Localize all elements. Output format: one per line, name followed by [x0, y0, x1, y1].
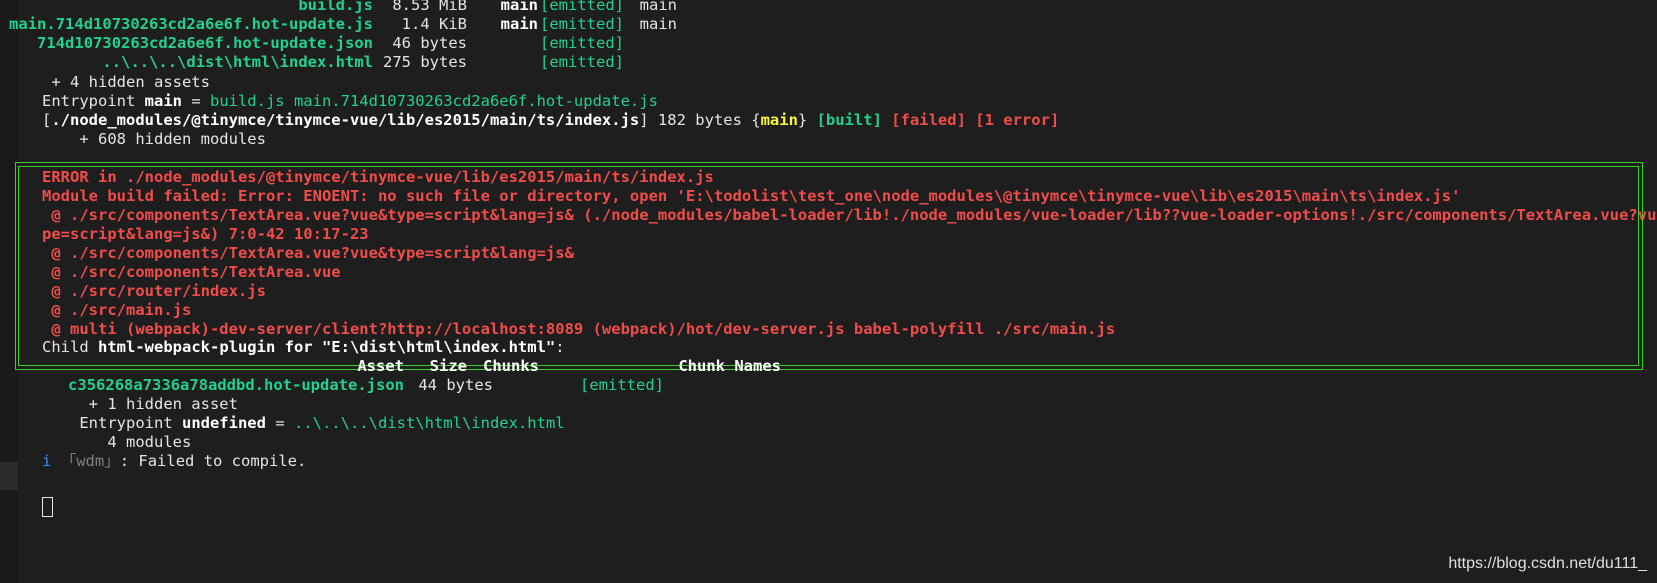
header-size: Size	[429, 357, 467, 375]
asset-chunks: main	[500, 15, 538, 33]
error-line: pe=script&lang=js&) 7:0-42 10:17-23	[42, 225, 369, 243]
error-line: ERROR in ./node_modules/@tinymce/tinymce…	[42, 168, 714, 186]
module-error-badge: [1 error]	[975, 111, 1060, 129]
error-line: @ ./src/components/TextArea.vue	[42, 263, 341, 281]
asset-row: build.js 8.53 MiB main [emitted] main	[0, 0, 677, 15]
module-size: 182 bytes {	[648, 111, 761, 129]
module-built-badge: [built]	[816, 111, 882, 129]
entrypoint-files: build.js main.714d10730263cd2a6e6f.hot-u…	[209, 92, 658, 110]
asset-name: ..\..\..\dist\html\index.html	[102, 53, 373, 71]
child-asset-size: 44 bytes	[418, 376, 493, 394]
hidden-modules: + 608 hidden modules	[42, 130, 266, 148]
module-failed-badge: [failed]	[891, 111, 966, 129]
asset-row: 714d10730263cd2a6e6f.hot-update.json 46 b…	[0, 33, 624, 53]
child-asset-row: c356268a7336a78addbd.hot-update.json 44 b…	[0, 375, 664, 395]
module-open: [	[42, 111, 52, 129]
child-entrypoint-line: Entrypoint undefined = ..\..\..\dist\htm…	[42, 413, 565, 433]
entrypoint-line: Entrypoint main = build.js main.714d1073…	[42, 91, 658, 111]
entrypoint-name: main	[144, 92, 182, 110]
asset-row: main.714d10730263cd2a6e6f.hot-update.js 1…	[0, 14, 677, 34]
gutter-marker	[0, 462, 18, 490]
child-suffix: :	[555, 338, 565, 356]
error-line: Module build failed: Error: ENOENT: no s…	[42, 187, 1461, 205]
child-entry-prefix: Entrypoint	[42, 414, 182, 432]
header-chunks: Chunks	[483, 357, 539, 375]
asset-size: 46 bytes	[392, 34, 467, 52]
asset-name: main.714d10730263cd2a6e6f.hot-update.js	[9, 15, 373, 33]
asset-chunk-names: main	[639, 0, 677, 14]
asset-chunk-names: main	[639, 15, 677, 33]
child-table-header: Asset Size Chunks Chunk Names	[0, 356, 781, 376]
wdm-tag: wdm	[76, 452, 105, 470]
watermark: https://blog.csdn.net/du111_	[1448, 555, 1647, 572]
asset-name: 714d10730263cd2a6e6f.hot-update.json	[37, 34, 373, 52]
asset-status: [emitted]	[540, 34, 624, 52]
asset-name: build.js	[298, 0, 373, 14]
asset-size: 1.4 KiB	[401, 15, 467, 33]
error-line: @ multi (webpack)-dev-server/client?http…	[42, 320, 1116, 338]
child-modules: 4 modules	[42, 433, 192, 451]
child-entry-files: ..\..\..\dist\html\index.html	[293, 414, 565, 432]
asset-size: 275 bytes	[383, 53, 467, 71]
error-line: @ ./src/components/TextArea.vue?vue&type…	[42, 206, 1657, 224]
child-prefix: Child	[42, 338, 98, 356]
module-line: [./node_modules/@tinymce/tinymce-vue/lib…	[42, 110, 1059, 130]
entrypoint-eq: =	[181, 92, 210, 110]
child-asset-status: [emitted]	[580, 376, 664, 394]
terminal-cursor[interactable]	[42, 497, 53, 517]
child-name: html-webpack-plugin for "E:\dist\html\in…	[98, 338, 556, 356]
header-chunk-names: Chunk Names	[678, 357, 781, 375]
asset-status: [emitted]	[540, 15, 624, 33]
module-chunk: main	[760, 111, 798, 129]
child-asset-name: c356268a7336a78addbd.hot-update.json	[68, 376, 404, 394]
asset-status: [emitted]	[540, 0, 624, 14]
error-line: @ ./src/main.js	[42, 301, 192, 319]
child-entry-eq: =	[265, 414, 294, 432]
child-line: Child html-webpack-plugin for "E:\dist\h…	[42, 337, 565, 357]
asset-size: 8.53 MiB	[392, 0, 467, 14]
module-close: ]	[639, 111, 649, 129]
asset-chunks: main	[500, 0, 538, 14]
info-icon: i	[42, 452, 52, 470]
error-line: @ ./src/components/TextArea.vue?vue&type…	[42, 244, 574, 262]
wdm-close-bracket: 」	[104, 452, 120, 470]
wdm-open-bracket: 「	[51, 452, 77, 470]
wdm-line: i 「wdm」: Failed to compile.	[42, 451, 306, 471]
module-chunk-close: }	[797, 111, 808, 129]
hidden-assets: + 4 hidden assets	[42, 73, 210, 91]
error-line: @ ./src/router/index.js	[42, 282, 266, 300]
child-entry-name: undefined	[181, 414, 266, 432]
entrypoint-prefix: Entrypoint	[42, 92, 145, 110]
module-path: ./node_modules/@tinymce/tinymce-vue/lib/…	[51, 111, 640, 129]
wdm-message: : Failed to compile.	[119, 452, 307, 470]
child-hidden-asset: + 1 hidden asset	[42, 395, 238, 413]
asset-status: [emitted]	[540, 53, 624, 71]
header-asset: Asset	[357, 357, 404, 375]
asset-row: ..\..\..\dist\html\index.html 275 bytes [e…	[0, 52, 624, 72]
